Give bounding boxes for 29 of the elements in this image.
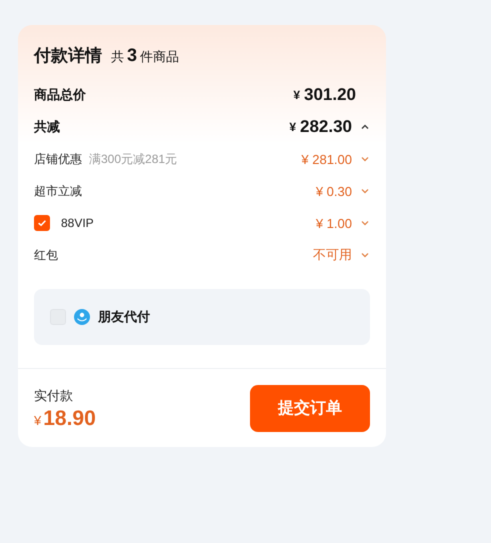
amount-due-label: 实付款 bbox=[34, 386, 74, 404]
checkbox[interactable] bbox=[34, 215, 50, 231]
discount-label: 店铺优惠 bbox=[34, 150, 82, 168]
discount-value: ¥ 1.00 bbox=[316, 216, 352, 230]
item-count-suffix: 件商品 bbox=[140, 48, 180, 66]
subtotal-label: 商品总价 bbox=[34, 86, 86, 104]
friend-pay-label: 朋友代付 bbox=[98, 308, 150, 326]
currency-symbol: ¥ bbox=[34, 412, 42, 428]
subtotal-amount: 301.20 bbox=[304, 85, 356, 105]
discount-label: 88VIP bbox=[61, 216, 94, 230]
currency-symbol: ¥ bbox=[293, 88, 300, 102]
item-count: 3 bbox=[127, 45, 138, 66]
discount-note: 满300元减281元 bbox=[89, 150, 178, 168]
expand-icon[interactable] bbox=[360, 186, 370, 196]
expand-icon[interactable] bbox=[360, 154, 370, 164]
expand-icon[interactable] bbox=[360, 218, 370, 228]
discount-value: 不可用 bbox=[313, 246, 352, 264]
amount-due: 18.90 bbox=[43, 406, 96, 430]
discount-value: ¥ 281.00 bbox=[301, 152, 352, 166]
discount-value: ¥ 0.30 bbox=[316, 184, 352, 198]
discount-label: 超市立减 bbox=[34, 182, 82, 200]
currency-symbol: ¥ bbox=[289, 120, 296, 134]
item-count-prefix: 共 bbox=[111, 48, 124, 66]
submit-order-button[interactable]: 提交订单 bbox=[250, 385, 370, 432]
discount-total-label: 共减 bbox=[34, 118, 60, 136]
section-title: 付款详情 bbox=[34, 45, 102, 67]
expand-icon[interactable] bbox=[360, 250, 370, 260]
discount-total-amount: 282.30 bbox=[300, 117, 352, 137]
discount-label: 红包 bbox=[34, 246, 58, 264]
